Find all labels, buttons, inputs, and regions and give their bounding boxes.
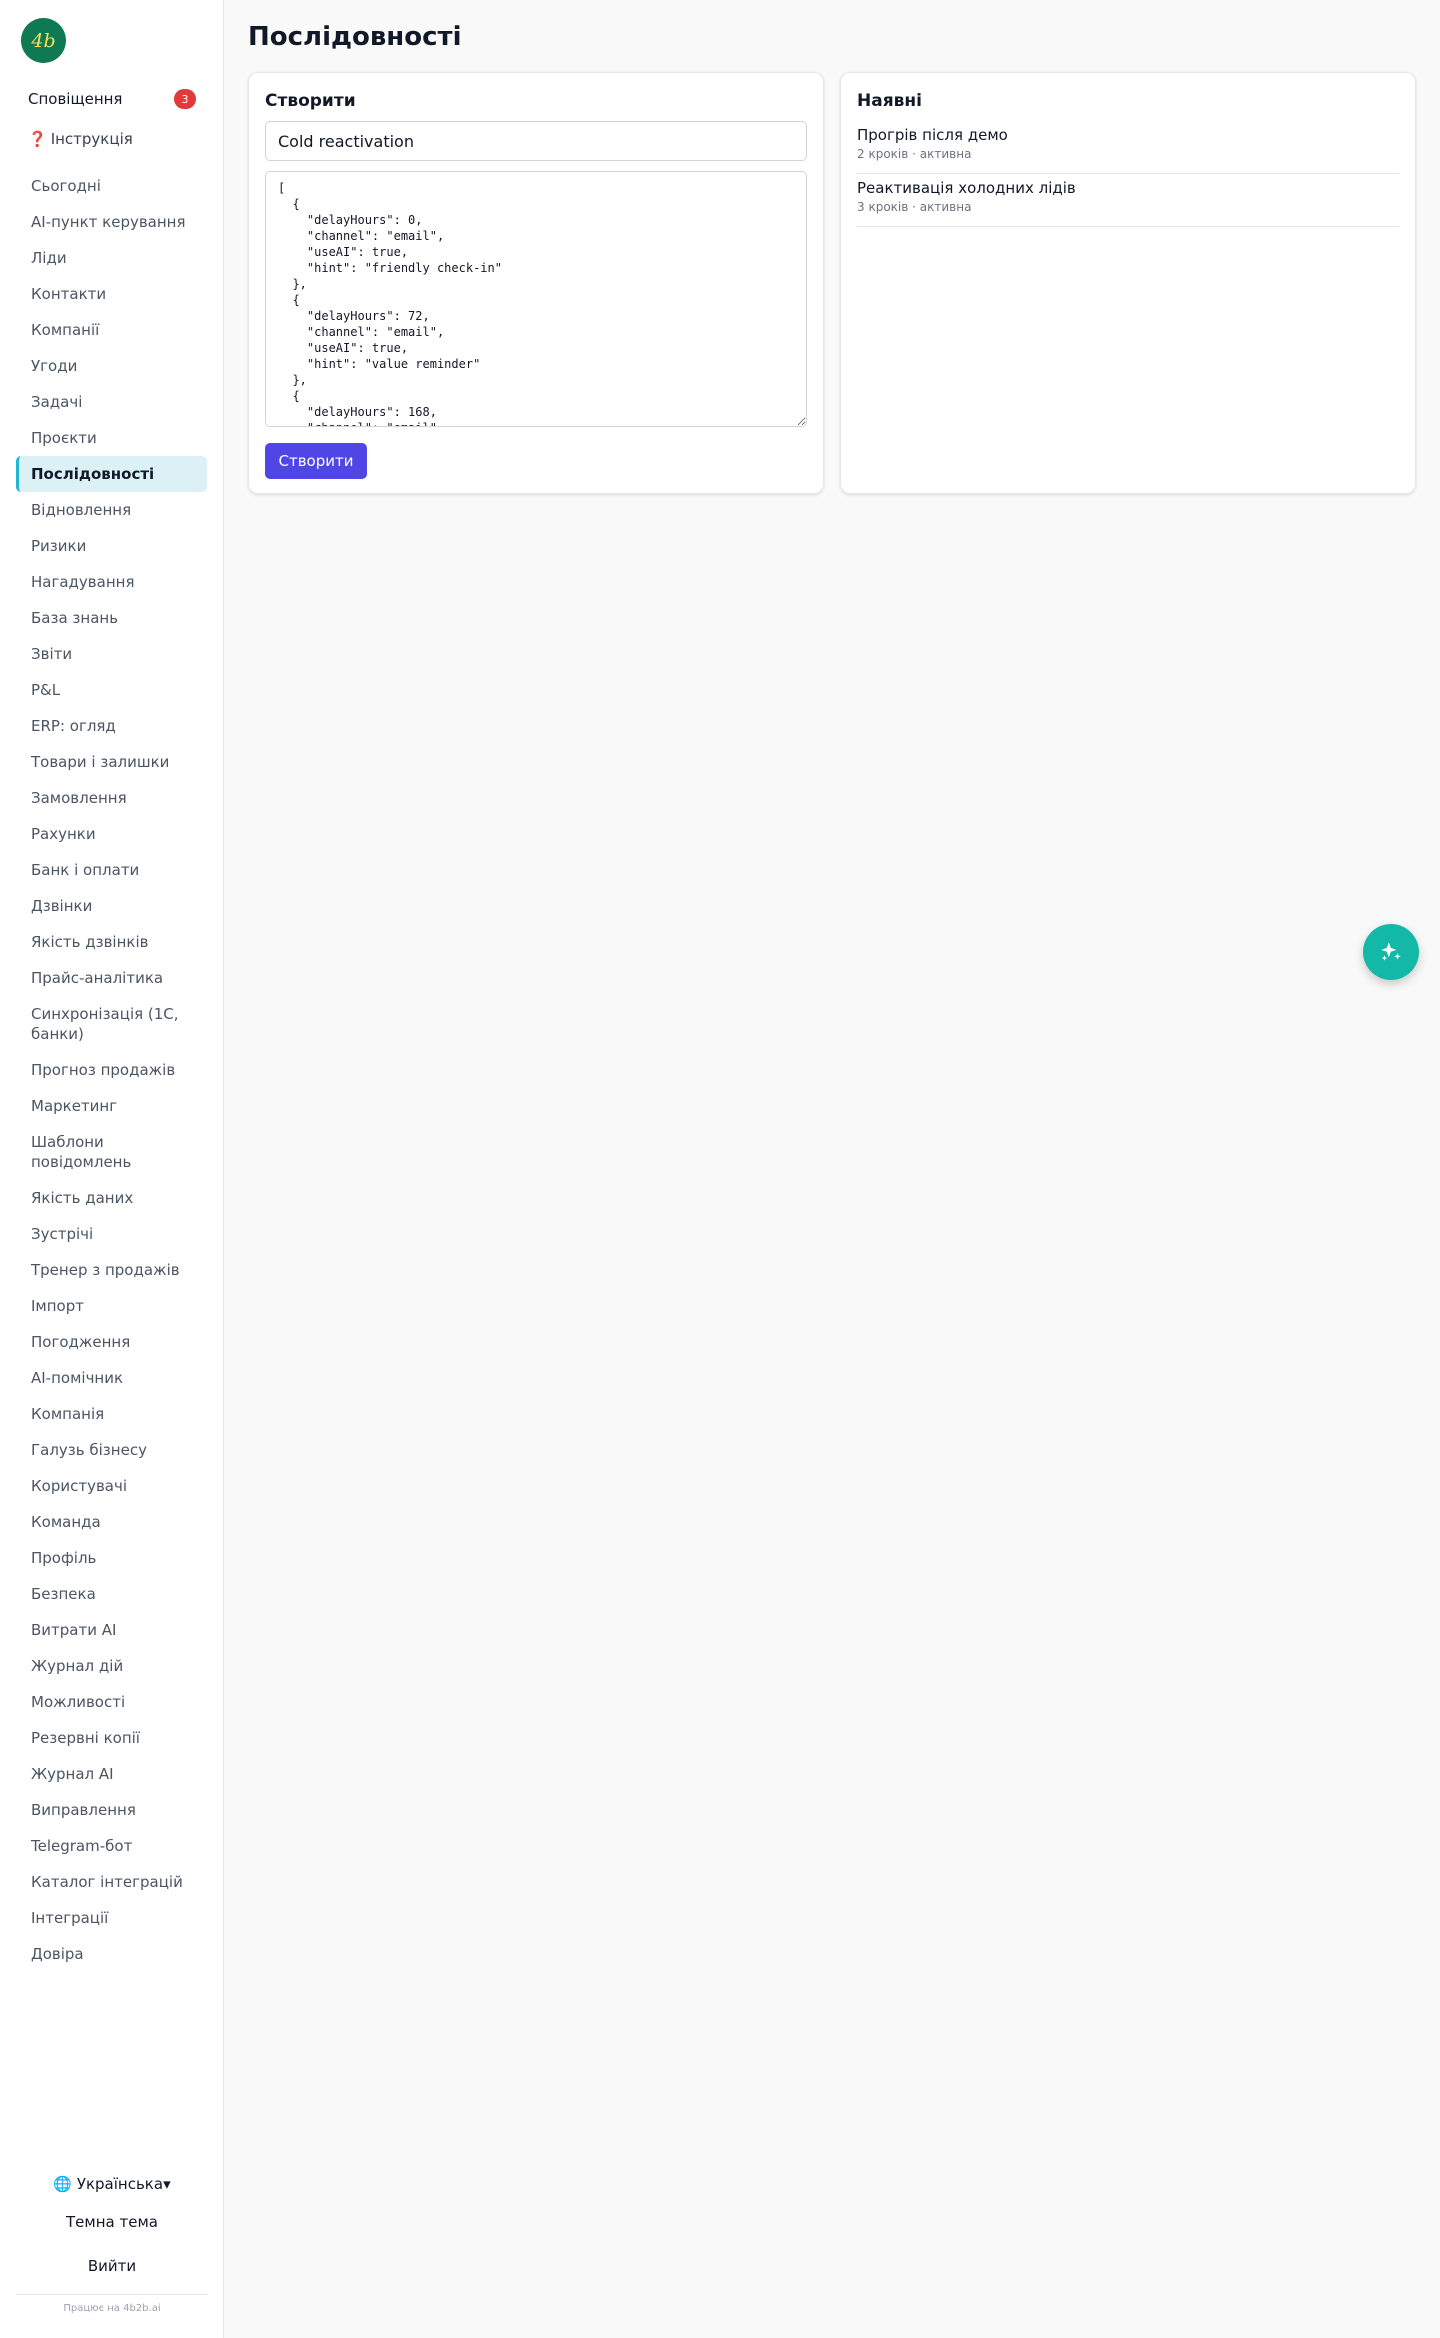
sidebar-item[interactable]: Нагадування xyxy=(16,564,207,600)
sequence-list-item[interactable]: Реактивація холодних лідів 3 кроків · акт… xyxy=(857,174,1399,227)
sidebar-item[interactable]: P&L xyxy=(16,672,207,708)
sidebar-item[interactable]: Зустрічі xyxy=(16,1216,207,1252)
sequence-name: Прогрів після демо xyxy=(857,126,1008,144)
sidebar-item[interactable]: AI-пункт керування xyxy=(16,204,207,240)
sidebar-item[interactable]: Якість дзвінків xyxy=(16,924,207,960)
sidebar-item[interactable]: Звіти xyxy=(16,636,207,672)
sidebar-item[interactable]: Каталог інтеграцій xyxy=(16,1864,207,1900)
sidebar-item[interactable]: База знань xyxy=(16,600,207,636)
sidebar-item[interactable]: Галузь бізнесу xyxy=(16,1432,207,1468)
language-select[interactable]: 🌐 Українська▾ xyxy=(0,2168,224,2200)
sidebar-item[interactable]: Імпорт xyxy=(16,1288,207,1324)
sidebar-item[interactable]: Погодження xyxy=(16,1324,207,1360)
ai-assistant-fab[interactable] xyxy=(1363,924,1419,980)
sidebar-item[interactable]: Ліди xyxy=(16,240,207,276)
sidebar-item[interactable]: Якість даних xyxy=(16,1180,207,1216)
steps-json-textarea[interactable]: [ { "delayHours": 0, "channel": "email",… xyxy=(265,171,807,427)
sidebar-item[interactable]: Резервні копії xyxy=(16,1720,207,1756)
guide-label: Інструкція xyxy=(50,130,133,148)
logout-button[interactable]: Вийти xyxy=(0,2244,224,2288)
sidebar-item[interactable]: Можливості xyxy=(16,1684,207,1720)
sidebar-item[interactable]: Контакти xyxy=(16,276,207,312)
sidebar-item[interactable]: Дзвінки xyxy=(16,888,207,924)
sidebar-item[interactable]: Безпека xyxy=(16,1576,207,1612)
sidebar-item[interactable]: Компанії xyxy=(16,312,207,348)
question-icon: ❓ xyxy=(28,130,47,148)
sidebar-item[interactable]: Журнал AI xyxy=(16,1756,207,1792)
dark-theme-toggle[interactable]: Темна тема xyxy=(0,2200,224,2244)
existing-card: Наявні Прогрів після демо 2 кроків · акти… xyxy=(840,72,1416,494)
notifications-link[interactable]: Сповіщення 3 xyxy=(28,88,196,110)
sidebar-item[interactable]: Інтеграції xyxy=(16,1900,207,1936)
sidebar-item[interactable]: Витрати AI xyxy=(16,1612,207,1648)
sidebar-item[interactable]: Команда xyxy=(16,1504,207,1540)
sidebar-item[interactable]: Послідовності xyxy=(16,456,207,492)
sidebar-item[interactable]: Товари і залишки xyxy=(16,744,207,780)
sidebar-item[interactable]: Профіль xyxy=(16,1540,207,1576)
page-title: Послідовності xyxy=(248,22,462,52)
brand-logo[interactable]: 4b xyxy=(21,18,66,63)
sequence-name-input[interactable] xyxy=(265,121,807,161)
powered-by: Працює на 4b2b.ai xyxy=(63,2303,161,2314)
sidebar-footer: 🌐 Українська▾ Темна тема Вийти Працює на… xyxy=(0,2168,224,2314)
sidebar-item[interactable]: Прогноз продажів xyxy=(16,1052,207,1088)
existing-card-title: Наявні xyxy=(857,91,922,111)
sidebar-nav: Сьогодні AI-пункт керування Ліди Контакти Ко… xyxy=(16,168,207,1972)
sequence-list: Прогрів після демо 2 кроків · активна Реак… xyxy=(857,121,1399,227)
sidebar-item[interactable]: Сьогодні xyxy=(16,168,207,204)
sidebar-item[interactable]: Задачі xyxy=(16,384,207,420)
sidebar-item[interactable]: Ризики xyxy=(16,528,207,564)
sidebar-item[interactable]: Рахунки xyxy=(16,816,207,852)
sequence-meta: 3 кроків · активна xyxy=(857,200,972,214)
sidebar-item[interactable]: Користувачі xyxy=(16,1468,207,1504)
create-card-title: Створити xyxy=(265,91,356,111)
sidebar-item[interactable]: Синхронізація (1С, банки) xyxy=(16,996,207,1052)
sequence-name: Реактивація холодних лідів xyxy=(857,179,1076,197)
sidebar-item[interactable]: Довіра xyxy=(16,1936,207,1972)
sidebar-item[interactable]: Виправлення xyxy=(16,1792,207,1828)
guide-link[interactable]: ❓ Інструкція xyxy=(28,130,133,148)
sidebar-item[interactable]: Замовлення xyxy=(16,780,207,816)
create-button[interactable]: Створити xyxy=(265,443,367,479)
sidebar-item[interactable]: ERP: огляд xyxy=(16,708,207,744)
sequence-meta: 2 кроків · активна xyxy=(857,147,972,161)
sidebar-item[interactable]: Telegram-бот xyxy=(16,1828,207,1864)
sidebar-item[interactable]: Відновлення xyxy=(16,492,207,528)
sequence-list-item[interactable]: Прогрів після демо 2 кроків · активна xyxy=(857,121,1399,174)
sidebar-item[interactable]: Маркетинг xyxy=(16,1088,207,1124)
sparkles-icon xyxy=(1381,942,1401,961)
notifications-count-badge: 3 xyxy=(174,89,196,109)
sidebar-item[interactable]: Проєкти xyxy=(16,420,207,456)
sidebar-item[interactable]: Компанія xyxy=(16,1396,207,1432)
sidebar-item[interactable]: Журнал дій xyxy=(16,1648,207,1684)
sidebar: 4b Сповіщення 3 ❓ Інструкція Сьогодні AI-п… xyxy=(0,0,224,2338)
sidebar-item[interactable]: AI-помічник xyxy=(16,1360,207,1396)
sidebar-item[interactable]: Тренер з продажів xyxy=(16,1252,207,1288)
notifications-label: Сповіщення xyxy=(28,90,123,108)
create-card: Створити [ { "delayHours": 0, "channel":… xyxy=(248,72,824,494)
sidebar-item[interactable]: Прайс-аналітика xyxy=(16,960,207,996)
sidebar-item[interactable]: Шаблони повідомлень xyxy=(16,1124,207,1180)
sidebar-item[interactable]: Банк і оплати xyxy=(16,852,207,888)
sidebar-item[interactable]: Угоди xyxy=(16,348,207,384)
